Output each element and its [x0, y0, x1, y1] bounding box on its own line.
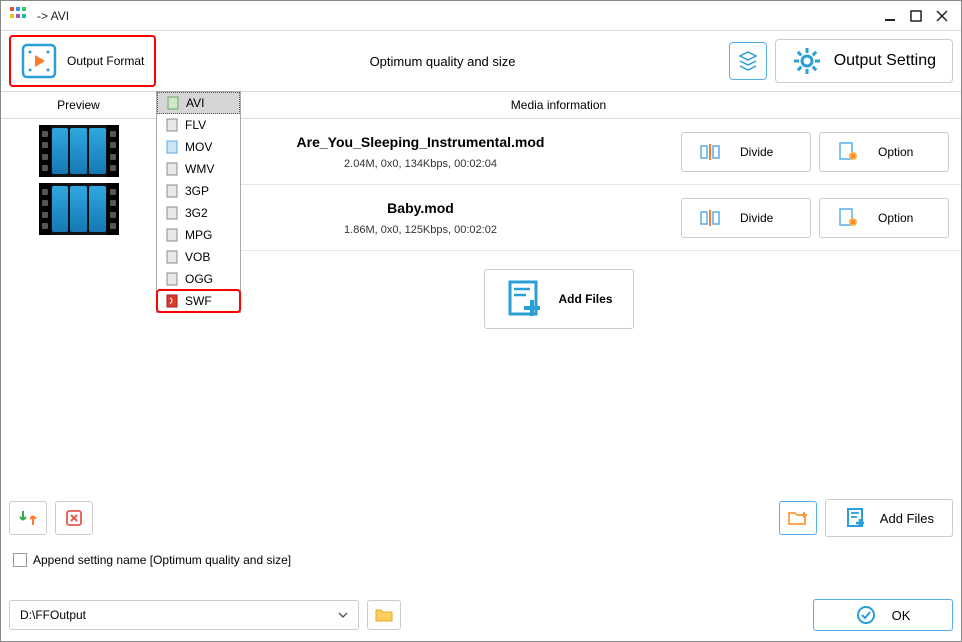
format-item-ogg[interactable]: OGG — [157, 268, 240, 290]
format-item-mpg[interactable]: MPG — [157, 224, 240, 246]
file-icon — [165, 272, 179, 286]
add-files-button-bottom[interactable]: Add Files — [825, 499, 953, 537]
main-area: Preview AVI FLV MOV WMV 3GP 3G2 MPG VOB … — [1, 91, 961, 329]
append-label: Append setting name [Optimum quality and… — [33, 553, 291, 567]
bottom-toolbar-1: Add Files — [9, 499, 953, 537]
file-row[interactable]: Are_You_Sleeping_Instrumental.mod 2.04M,… — [156, 119, 961, 185]
minimize-button[interactable] — [879, 5, 901, 27]
format-dropdown[interactable]: AVI FLV MOV WMV 3GP 3G2 MPG VOB OGG SWF — [156, 91, 241, 313]
media-column: Media information Are_You_Sleeping_Instr… — [156, 91, 961, 329]
format-item-3g2[interactable]: 3G2 — [157, 202, 240, 224]
window-controls — [879, 5, 953, 27]
toolbar: Output Format Optimum quality and size O… — [1, 31, 961, 91]
folder-add-icon — [787, 508, 809, 528]
ok-button[interactable]: OK — [813, 599, 953, 631]
maximize-button[interactable] — [905, 5, 927, 27]
format-item-flv[interactable]: FLV — [157, 114, 240, 136]
file-icon — [165, 184, 179, 198]
close-button[interactable] — [931, 5, 953, 27]
file-icon — [165, 206, 179, 220]
file-icon — [165, 118, 179, 132]
output-path-text: D:\FFOutput — [20, 608, 86, 622]
divide-icon — [700, 207, 722, 229]
format-item-3gp[interactable]: 3GP — [157, 180, 240, 202]
divide-label: Divide — [740, 145, 773, 159]
output-path-combo[interactable]: D:\FFOutput — [9, 600, 359, 630]
option-button[interactable]: Option — [819, 198, 949, 238]
file-icon — [166, 96, 180, 110]
append-setting-row: Append setting name [Optimum quality and… — [13, 553, 291, 567]
format-item-wmv[interactable]: WMV — [157, 158, 240, 180]
file-icon — [165, 228, 179, 242]
folder-icon — [374, 607, 394, 623]
format-item-mov[interactable]: MOV — [157, 136, 240, 158]
file-name: Are_You_Sleeping_Instrumental.mod — [168, 134, 673, 150]
layers-icon — [737, 50, 759, 72]
output-format-label: Output Format — [67, 54, 144, 68]
delete-icon — [64, 508, 84, 528]
file-meta: 1.86M, 0x0, 125Kbps, 00:02:02 — [168, 224, 673, 236]
chevron-down-icon — [338, 612, 348, 618]
preview-header: Preview — [1, 91, 156, 119]
option-icon — [838, 141, 860, 163]
add-files-label: Add Files — [558, 292, 612, 306]
file-info: Are_You_Sleeping_Instrumental.mod 2.04M,… — [168, 134, 673, 170]
bottom-toolbar-2: D:\FFOutput OK — [9, 599, 953, 631]
file-info: Baby.mod 1.86M, 0x0, 125Kbps, 00:02:02 — [168, 200, 673, 236]
check-circle-icon — [856, 605, 876, 625]
format-item-swf[interactable]: SWF — [157, 290, 240, 312]
file-icon — [165, 140, 179, 154]
play-icon — [21, 43, 57, 79]
browse-folder-button[interactable] — [367, 600, 401, 630]
quality-preset-label: Optimum quality and size — [164, 54, 720, 69]
file-icon — [165, 162, 179, 176]
layers-button[interactable] — [729, 42, 767, 80]
preview-thumbnail[interactable] — [39, 125, 119, 177]
media-info-header: Media information — [156, 91, 961, 119]
file-icon — [165, 294, 179, 308]
add-folder-button[interactable] — [779, 501, 817, 535]
add-file-icon — [844, 506, 868, 530]
append-checkbox[interactable] — [13, 553, 27, 567]
file-name: Baby.mod — [168, 200, 673, 216]
add-file-icon — [504, 278, 546, 320]
divide-button[interactable]: Divide — [681, 132, 811, 172]
titlebar: -> AVI — [1, 1, 961, 31]
divide-label: Divide — [740, 211, 773, 225]
option-label: Option — [878, 145, 913, 159]
preview-column: Preview — [1, 91, 156, 329]
preview-list — [1, 119, 156, 241]
add-files-button-main[interactable]: Add Files — [484, 269, 634, 329]
output-setting-button[interactable]: Output Setting — [775, 39, 953, 83]
file-row[interactable]: Baby.mod 1.86M, 0x0, 125Kbps, 00:02:02 D… — [156, 185, 961, 251]
option-label: Option — [878, 211, 913, 225]
delete-button[interactable] — [55, 501, 93, 535]
format-item-vob[interactable]: VOB — [157, 246, 240, 268]
ok-label: OK — [892, 608, 911, 623]
option-button[interactable]: Option — [819, 132, 949, 172]
merge-icon — [18, 508, 38, 528]
merge-button[interactable] — [9, 501, 47, 535]
output-setting-label: Output Setting — [834, 52, 936, 70]
add-files-label: Add Files — [880, 511, 934, 526]
divide-button[interactable]: Divide — [681, 198, 811, 238]
divide-icon — [700, 141, 722, 163]
app-icon — [9, 6, 29, 26]
gear-icon — [792, 46, 822, 76]
preview-thumbnail[interactable] — [39, 183, 119, 235]
format-item-avi[interactable]: AVI — [157, 92, 240, 114]
option-icon — [838, 207, 860, 229]
file-meta: 2.04M, 0x0, 134Kbps, 00:02:04 — [168, 158, 673, 170]
output-format-button[interactable]: Output Format — [9, 35, 156, 87]
file-icon — [165, 250, 179, 264]
window-title: -> AVI — [37, 9, 879, 23]
